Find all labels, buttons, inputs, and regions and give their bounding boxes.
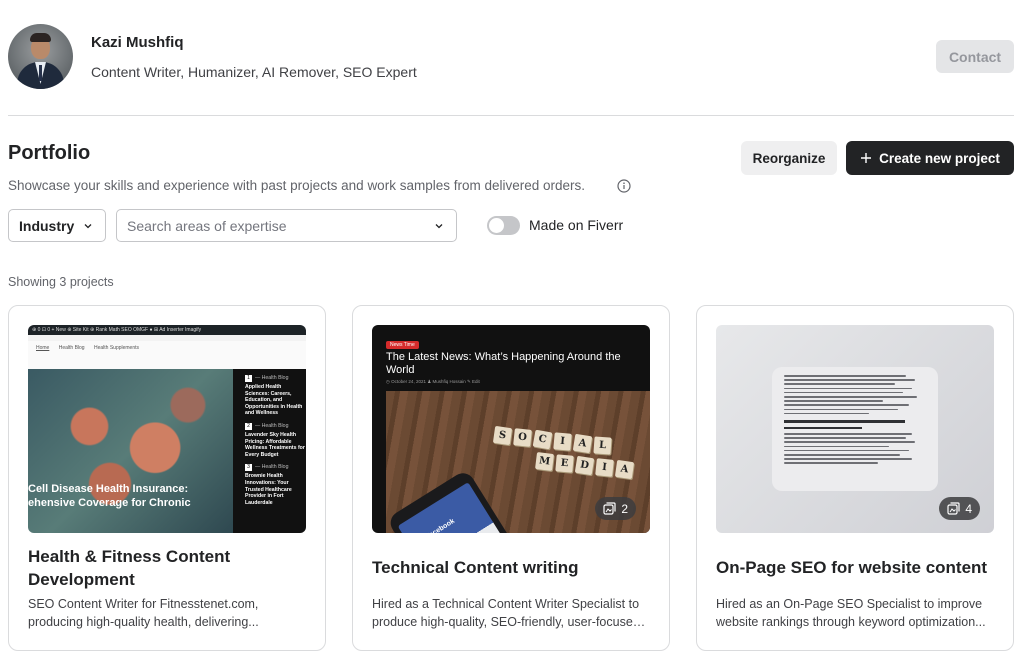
description-line: website rankings through keyword optimiz… (716, 615, 986, 629)
divider (8, 115, 1014, 116)
contact-button[interactable]: Contact (936, 40, 1014, 73)
post-title: Applied Health Sciences: Careers, Educat… (245, 384, 303, 417)
project-card[interactable]: 4 On-Page SEO for website content Hired … (696, 305, 1014, 651)
project-thumbnail[interactable]: 4 (716, 325, 994, 533)
document-preview (772, 367, 938, 491)
gallery-icon (947, 502, 960, 515)
description-line: Hired as a Technical Content Writer Spec… (372, 597, 640, 611)
project-title[interactable]: Health & Fitness Content Development (28, 545, 308, 591)
letter-tile: A (614, 459, 635, 480)
sidebar-post: 1— Health Blog Applied Health Sciences: … (245, 375, 306, 417)
info-icon[interactable] (617, 179, 631, 193)
thumb-hero-headline: Cell Disease Health Insurance: ehensive … (28, 482, 233, 510)
description-line: Hired as an On-Page SEO Specialist to im… (716, 597, 983, 611)
chevron-down-icon[interactable] (434, 221, 444, 231)
letter-tile: M (535, 452, 554, 471)
post-title: Brownie Health Innovations: Your Trusted… (245, 473, 292, 506)
post-number: 3 (245, 464, 252, 472)
letter-tile: O (513, 428, 532, 447)
thumb-nav-item: Health Supplements (93, 345, 140, 351)
portfolio-description: Showcase your skills and experience with… (8, 178, 586, 193)
letter-tile: D (574, 455, 595, 476)
plus-icon (861, 153, 872, 163)
post-number: 2 (245, 422, 252, 430)
toggle-knob (489, 218, 504, 233)
thumb-news-title: The Latest News: What’s Happening Around… (386, 351, 621, 376)
project-title[interactable]: Technical Content writing (372, 556, 652, 579)
post-category: — Health Blog (255, 422, 289, 429)
project-description: SEO Content Writer for Fitnesstenet.com,… (28, 595, 308, 631)
letter-tile: I (553, 432, 572, 451)
document-heading (784, 420, 905, 423)
letter-tile: L (593, 436, 612, 455)
smartphone: facebook (386, 468, 557, 533)
post-number: 1 (245, 375, 252, 382)
profile-header: Kazi Mushfiq Content Writer, Humanizer, … (8, 24, 1014, 90)
description-line: producing high-quality health, deliverin… (28, 615, 259, 629)
post-category: — Health Blog (255, 464, 289, 471)
thumb-admin-bar: ⊕ 0 ⊡ 0 + New ⊕ Site Kit ⊕ Rank Math SEO… (28, 325, 306, 335)
create-new-project-label: Create new project (879, 150, 1000, 166)
thumb-nav: Home Health Blog Health Supplements (28, 341, 306, 371)
media-count: 2 (621, 501, 628, 516)
industry-dropdown[interactable]: Industry (8, 209, 106, 242)
project-description: Hired as a Technical Content Writer Spec… (372, 595, 652, 631)
made-on-fiverr-toggle[interactable] (487, 216, 520, 235)
description-line: SEO Content Writer for Fitnesstenet.com, (28, 597, 259, 611)
profile-tagline: Content Writer, Humanizer, AI Remover, S… (91, 64, 417, 80)
letter-tile: E (555, 454, 574, 473)
project-count-text: Showing 3 projects (8, 275, 114, 289)
thumb-nav-item: Health Blog (58, 345, 85, 351)
create-new-project-button[interactable]: Create new project (846, 141, 1014, 175)
project-thumbnail[interactable]: News Time The Latest News: What’s Happen… (372, 325, 650, 533)
project-card[interactable]: ⊕ 0 ⊡ 0 + New ⊕ Site Kit ⊕ Rank Math SEO… (8, 305, 326, 651)
letter-tile: C (532, 429, 553, 450)
description-line: produce high-quality, SEO-friendly, user… (372, 615, 652, 629)
expertise-search-dropdown[interactable] (116, 209, 457, 242)
portfolio-title: Portfolio (8, 142, 91, 164)
phone-screen: facebook (397, 482, 541, 533)
thumb-sidebar: 1— Health Blog Applied Health Sciences: … (233, 369, 306, 533)
thumb-nav-item: Home (36, 345, 50, 351)
hero-line: ehensive Coverage for Chronic (28, 497, 191, 509)
sidebar-post: 3— Health Blog Brownie Health Innovation… (245, 464, 306, 506)
letter-tile: S (492, 425, 513, 446)
project-card[interactable]: News Time The Latest News: What’s Happen… (352, 305, 670, 651)
project-title[interactable]: On-Page SEO for website content (716, 556, 996, 579)
avatar[interactable] (8, 24, 73, 89)
project-description: Hired as an On-Page SEO Specialist to im… (716, 595, 996, 631)
project-thumbnail[interactable]: ⊕ 0 ⊡ 0 + New ⊕ Site Kit ⊕ Rank Math SEO… (28, 325, 306, 533)
media-count-badge: 4 (939, 497, 980, 520)
industry-label: Industry (19, 217, 75, 234)
reorganize-button[interactable]: Reorganize (741, 141, 837, 175)
profile-name: Kazi Mushfiq (91, 34, 184, 51)
post-category: — Health Blog (255, 375, 289, 381)
thumb-news-tag: News Time (386, 341, 419, 349)
chevron-down-icon (84, 224, 92, 229)
media-count: 4 (965, 501, 972, 516)
post-title: Lavender Sky Health Pricing: Affordable … (245, 431, 305, 458)
hero-line: Cell Disease Health Insurance: (28, 483, 189, 495)
thumb-news-meta: ◷ October 24, 2021 ♟ Mushfiq Hossain ✎ E… (386, 379, 480, 384)
gallery-icon (603, 502, 616, 515)
made-on-fiverr-label: Made on Fiverr (529, 217, 624, 233)
expertise-search-input[interactable] (127, 217, 427, 234)
letter-tile: I (595, 458, 614, 477)
facebook-wordmark: facebook (426, 517, 457, 533)
sidebar-post: 2— Health Blog Lavender Sky Health Prici… (245, 422, 306, 458)
media-count-badge: 2 (595, 497, 636, 520)
letter-tile: A (572, 433, 593, 454)
